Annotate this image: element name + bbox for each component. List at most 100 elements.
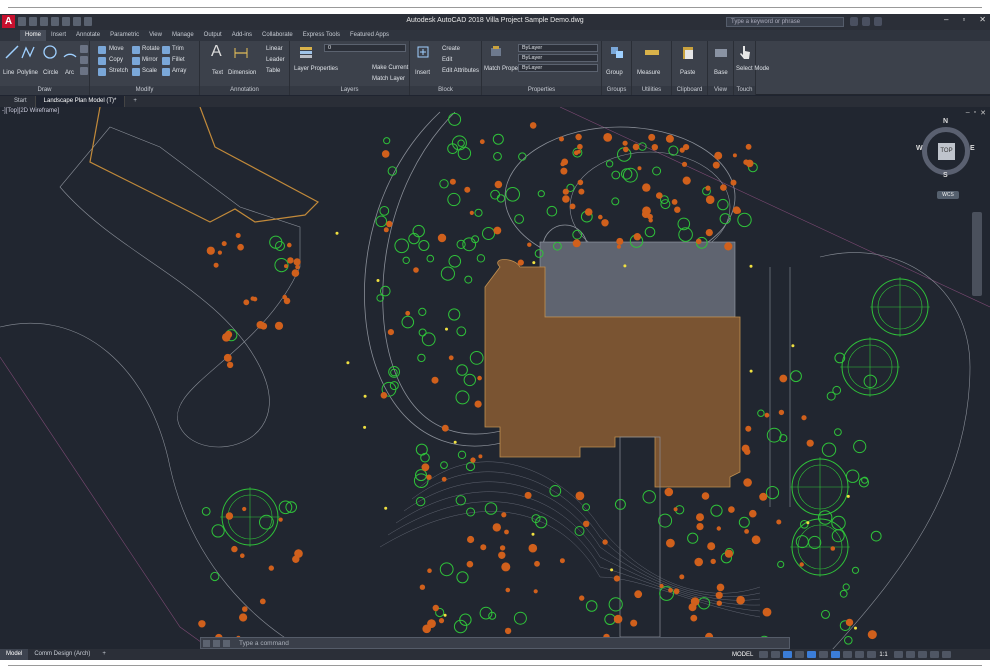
osnap-icon[interactable]: [807, 651, 817, 658]
linetype-dropdown[interactable]: ByLayer: [518, 54, 598, 62]
customize-icon[interactable]: [213, 640, 220, 647]
trim-button[interactable]: Trim: [172, 46, 184, 52]
scale-button[interactable]: Scale: [142, 68, 157, 74]
rectangle-icon[interactable]: [80, 45, 88, 53]
viewcube-top-face[interactable]: TOP: [938, 143, 955, 160]
polyline-button[interactable]: Polyline: [17, 70, 38, 76]
edit-attributes-button[interactable]: Edit Attributes: [442, 68, 479, 74]
annotation-panel-title[interactable]: Annotation: [200, 86, 289, 95]
group-button[interactable]: Group: [606, 70, 623, 76]
dimension-button[interactable]: Dimension: [228, 70, 256, 76]
ribbon-tab-annotate[interactable]: Annotate: [71, 30, 105, 41]
hatch-icon[interactable]: [80, 56, 88, 64]
create-block-button[interactable]: Create: [442, 46, 460, 52]
mirror-button[interactable]: Mirror: [142, 57, 158, 63]
navigation-bar[interactable]: [972, 212, 982, 296]
block-panel-title[interactable]: Block: [410, 86, 481, 95]
workspace-icon[interactable]: [893, 651, 903, 658]
file-tab-landscape[interactable]: Landscape Plan Model (T)*: [35, 96, 126, 107]
wcs-menu[interactable]: WCS: [937, 191, 959, 199]
modify-panel-title[interactable]: Modify: [90, 86, 199, 95]
select-mode-button[interactable]: Select Mode: [736, 66, 769, 73]
ribbon-tab-parametric[interactable]: Parametric: [105, 30, 144, 41]
dimension-icon[interactable]: [233, 45, 249, 61]
draw-panel-title[interactable]: Draw: [0, 86, 89, 95]
viewcube-west[interactable]: W: [916, 145, 923, 152]
color-dropdown[interactable]: ByLayer: [518, 44, 598, 52]
move-button[interactable]: Move: [109, 46, 124, 52]
linear-button[interactable]: Linear: [266, 46, 283, 52]
ribbon-tab-featured-apps[interactable]: Featured Apps: [345, 30, 394, 41]
viewcube-south[interactable]: S: [943, 172, 948, 179]
command-line[interactable]: Type a command: [200, 637, 790, 649]
annotation-visibility-icon[interactable]: [867, 651, 877, 658]
annotation-scale[interactable]: 1:1: [879, 652, 887, 658]
polar-icon[interactable]: [795, 651, 805, 658]
fillet-button[interactable]: Fillet: [172, 57, 185, 63]
copy-button[interactable]: Copy: [109, 57, 123, 63]
view-panel-title[interactable]: View: [708, 86, 733, 95]
transparency-icon[interactable]: [843, 651, 853, 658]
stretch-button[interactable]: Stretch: [109, 68, 128, 74]
maximize-icon[interactable]: ▫: [962, 15, 965, 24]
group-icon[interactable]: [609, 44, 625, 60]
polyline-icon[interactable]: [20, 44, 36, 60]
help-icon[interactable]: [874, 17, 882, 26]
ribbon-tab-add-ins[interactable]: Add-ins: [227, 30, 257, 41]
layers-panel-title[interactable]: Layers: [290, 86, 409, 95]
gradient-icon[interactable]: [80, 67, 88, 75]
measure-button[interactable]: Measure: [637, 70, 660, 76]
table-button[interactable]: Table: [266, 68, 280, 74]
snap-icon[interactable]: [771, 651, 781, 658]
ribbon-tab-view[interactable]: View: [144, 30, 167, 41]
leader-button[interactable]: Leader: [266, 57, 285, 63]
match-layer-button[interactable]: Match Layer: [372, 76, 405, 82]
search-input[interactable]: Type a keyword or phrase: [726, 17, 844, 27]
insert-button[interactable]: Insert: [415, 70, 430, 76]
otrack-icon[interactable]: [819, 651, 829, 658]
isolate-icon[interactable]: [905, 651, 915, 658]
select-mode-icon[interactable]: [737, 44, 753, 60]
insert-icon[interactable]: [415, 44, 431, 60]
customization-menu-icon[interactable]: [941, 651, 951, 658]
recent-commands-icon[interactable]: [223, 640, 230, 647]
close-icon[interactable]: ✕: [979, 15, 986, 24]
hardware-accel-icon[interactable]: [917, 651, 927, 658]
add-layout-icon[interactable]: +: [96, 649, 112, 660]
grid-icon[interactable]: [759, 651, 769, 658]
close-command-icon[interactable]: [203, 640, 210, 647]
ribbon-tab-insert[interactable]: Insert: [46, 30, 71, 41]
clean-screen-icon[interactable]: [929, 651, 939, 658]
minimize-icon[interactable]: –: [944, 15, 948, 24]
ortho-icon[interactable]: [783, 651, 793, 658]
clipboard-panel-title[interactable]: Clipboard: [672, 86, 707, 95]
line-icon[interactable]: [4, 44, 20, 60]
utilities-panel-title[interactable]: Utilities: [632, 86, 671, 95]
command-input[interactable]: Type a command: [239, 640, 289, 647]
match-properties-icon[interactable]: [488, 44, 504, 60]
paste-button[interactable]: Paste: [680, 70, 695, 76]
ribbon-tab-express-tools[interactable]: Express Tools: [298, 30, 345, 41]
viewcube-east[interactable]: E: [970, 145, 975, 152]
lineweight-dropdown[interactable]: ByLayer: [518, 64, 598, 72]
rotate-button[interactable]: Rotate: [142, 46, 160, 52]
line-button[interactable]: Line: [3, 70, 14, 76]
groups-panel-title[interactable]: Groups: [602, 86, 631, 95]
circle-button[interactable]: Circle: [43, 70, 58, 76]
viewcube-north[interactable]: N: [943, 118, 948, 125]
paste-icon[interactable]: [680, 44, 696, 60]
lineweight-icon[interactable]: [831, 651, 841, 658]
arc-button[interactable]: Arc: [65, 70, 74, 76]
model-layout-tab[interactable]: Model: [0, 649, 29, 660]
circle-icon[interactable]: [42, 44, 58, 60]
layout-tab-comm-design[interactable]: Comm Design (Arch): [28, 649, 96, 660]
array-button[interactable]: Array: [172, 68, 186, 74]
ribbon-tab-output[interactable]: Output: [199, 30, 227, 41]
drawing-canvas[interactable]: -][Top][2D Wireframe] – ▫ ✕ TOP N S E W …: [0, 107, 990, 663]
new-tab-icon[interactable]: +: [125, 96, 145, 107]
base-button[interactable]: Base: [714, 70, 728, 76]
viewcube[interactable]: TOP: [922, 127, 970, 175]
ribbon-tab-home[interactable]: Home: [20, 30, 47, 41]
ribbon-tab-collaborate[interactable]: Collaborate: [257, 30, 298, 41]
layer-properties-icon[interactable]: [298, 44, 314, 60]
